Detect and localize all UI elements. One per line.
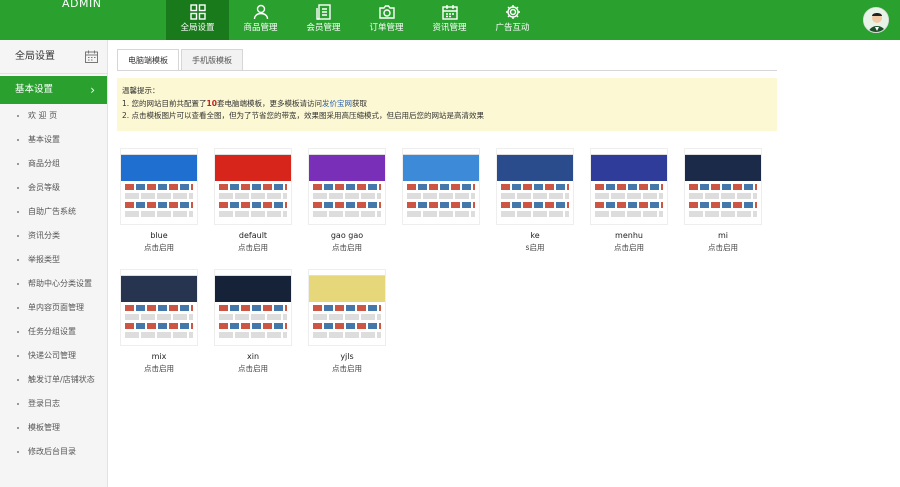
tips-text: 获取 [351,98,367,108]
sidebar-group-label: 基本设置 [15,84,54,95]
nav-item-members[interactable]: 会员管理 [292,0,355,40]
sidebar-item[interactable]: 快递公司管理 [0,344,107,368]
tips-text: 1. 您的网站目前共配置了 [122,98,207,108]
nav-item-orders[interactable]: 订单管理 [355,0,418,40]
brand-logo: ADMIN [62,0,102,10]
sidebar-item[interactable]: 触发订单/店铺状态 [0,368,107,392]
calendar-icon[interactable] [85,50,98,63]
gear-icon [505,5,520,19]
template-card[interactable]: ke s启用 [496,148,574,253]
document-icon [315,4,331,20]
template-thumbnail[interactable] [120,148,198,225]
nav-label: 资讯管理 [432,23,467,33]
tips-link[interactable]: 发价宝网 [322,99,352,108]
grid-icon [189,4,206,20]
nav-label: 全局设置 [180,23,215,33]
template-card[interactable]: default 点击启用 [214,148,292,253]
tips-box: 温馨提示： 1. 您的网站目前共配置了10套电脑端模板，更多模板请访问发价宝网获… [117,78,777,131]
template-thumbnail[interactable] [120,269,198,346]
nav-item-ads[interactable]: 广告互动 [481,0,544,40]
nav-label: 会员管理 [306,23,341,33]
sidebar-item[interactable]: 修改后台目录 [0,440,107,464]
template-card[interactable]: gao gao 点击启用 [308,148,386,253]
template-thumbnail[interactable] [684,148,762,225]
template-tabs: 电脑端模板 手机版模板 [117,49,245,71]
sidebar-item[interactable]: 会员等级 [0,176,107,200]
sidebar: 全局设置 基本设置 › 欢 迎 页 基本设置 商品分组 会员等级 自助广告系统 … [0,40,108,487]
template-name: yjls [340,352,354,361]
template-name: default [238,231,268,240]
template-name: menhu [615,231,643,240]
nav-label: 广告互动 [495,23,530,33]
calendar-icon [441,5,458,20]
nav-item-products[interactable]: 商品管理 [229,0,292,40]
template-thumbnail[interactable] [308,269,386,346]
nav-label: 商品管理 [243,23,278,33]
sidebar-item[interactable]: 帮助中心分类设置 [0,272,107,296]
template-card[interactable]: yjls 点击启用 [308,269,386,374]
enable-link[interactable]: 点击启用 [590,242,668,253]
template-name: gao gao [330,231,364,240]
user-avatar[interactable] [863,7,889,33]
template-thumbnail[interactable] [214,148,292,225]
template-card[interactable]: xin 点击启用 [214,269,292,374]
template-count: 10 [206,98,217,108]
template-card[interactable]: menhu 点击启用 [590,148,668,253]
template-name: mix [151,352,167,361]
user-icon [253,4,268,20]
sidebar-item[interactable]: 商品分组 [0,152,107,176]
camera-icon [378,5,395,19]
template-name: ke [530,231,540,240]
template-name: blue [150,231,168,240]
template-thumbnail[interactable] [590,148,668,225]
sidebar-item[interactable]: 任务分组设置 [0,320,107,344]
chevron-right-icon: › [90,83,95,97]
enable-link[interactable]: 点击启用 [214,363,292,374]
template-thumbnail[interactable] [308,148,386,225]
top-bar: ADMIN 全局设置 商品管理 会员管理 订单管理 资讯管理 广告互动 [0,0,900,40]
enable-link[interactable]: 点击启用 [120,363,198,374]
sidebar-item[interactable]: 资讯分类 [0,224,107,248]
tab-mobile-templates[interactable]: 手机版模板 [181,49,243,71]
tab-divider [117,70,777,71]
sidebar-item[interactable]: 单内容页面管理 [0,296,107,320]
sidebar-item[interactable]: 自助广告系统 [0,200,107,224]
enable-link[interactable]: 点击启用 [308,363,386,374]
template-name: xin [246,352,260,361]
template-card[interactable]: mix 点击启用 [120,269,198,374]
enable-link[interactable]: 点击启用 [214,242,292,253]
template-thumbnail[interactable] [402,148,480,225]
nav-label: 订单管理 [369,23,404,33]
sidebar-header: 全局设置 [0,40,107,74]
sidebar-menu: 欢 迎 页 基本设置 商品分组 会员等级 自助广告系统 资讯分类 举报类型 帮助… [0,104,107,464]
enable-link[interactable]: 点击启用 [684,242,762,253]
template-card[interactable]: mi 点击启用 [684,148,762,253]
sidebar-item[interactable]: 基本设置 [0,128,107,152]
tips-line-1: 1. 您的网站目前共配置了10套电脑端模板，更多模板请访问发价宝网获取 [122,98,772,111]
template-card[interactable] [402,148,480,231]
template-card[interactable]: blue 点击启用 [120,148,198,253]
enable-link[interactable]: s启用 [496,242,574,253]
template-thumbnail[interactable] [496,148,574,225]
main-nav: 全局设置 商品管理 会员管理 订单管理 资讯管理 广告互动 [166,0,544,40]
sidebar-item[interactable]: 模板管理 [0,416,107,440]
sidebar-title: 全局设置 [15,51,55,62]
nav-item-news[interactable]: 资讯管理 [418,0,481,40]
tab-desktop-templates[interactable]: 电脑端模板 [117,49,179,71]
sidebar-item[interactable]: 欢 迎 页 [0,104,107,128]
sidebar-item[interactable]: 举报类型 [0,248,107,272]
template-name: mi [717,231,728,240]
sidebar-group-basic[interactable]: 基本设置 › [0,76,107,104]
sidebar-item[interactable]: 登录日志 [0,392,107,416]
enable-link[interactable]: 点击启用 [120,242,198,253]
nav-item-global-settings[interactable]: 全局设置 [166,0,229,40]
tips-line-2: 2. 点击模板图片可以查看全图，但为了节省您的带宽，效果图采用高压缩模式，但启用… [122,111,485,120]
enable-link[interactable]: 点击启用 [308,242,386,253]
tips-title: 温馨提示： [122,86,160,95]
template-thumbnail[interactable] [214,269,292,346]
tips-text: 套电脑端模板，更多模板请访问 [216,98,322,108]
